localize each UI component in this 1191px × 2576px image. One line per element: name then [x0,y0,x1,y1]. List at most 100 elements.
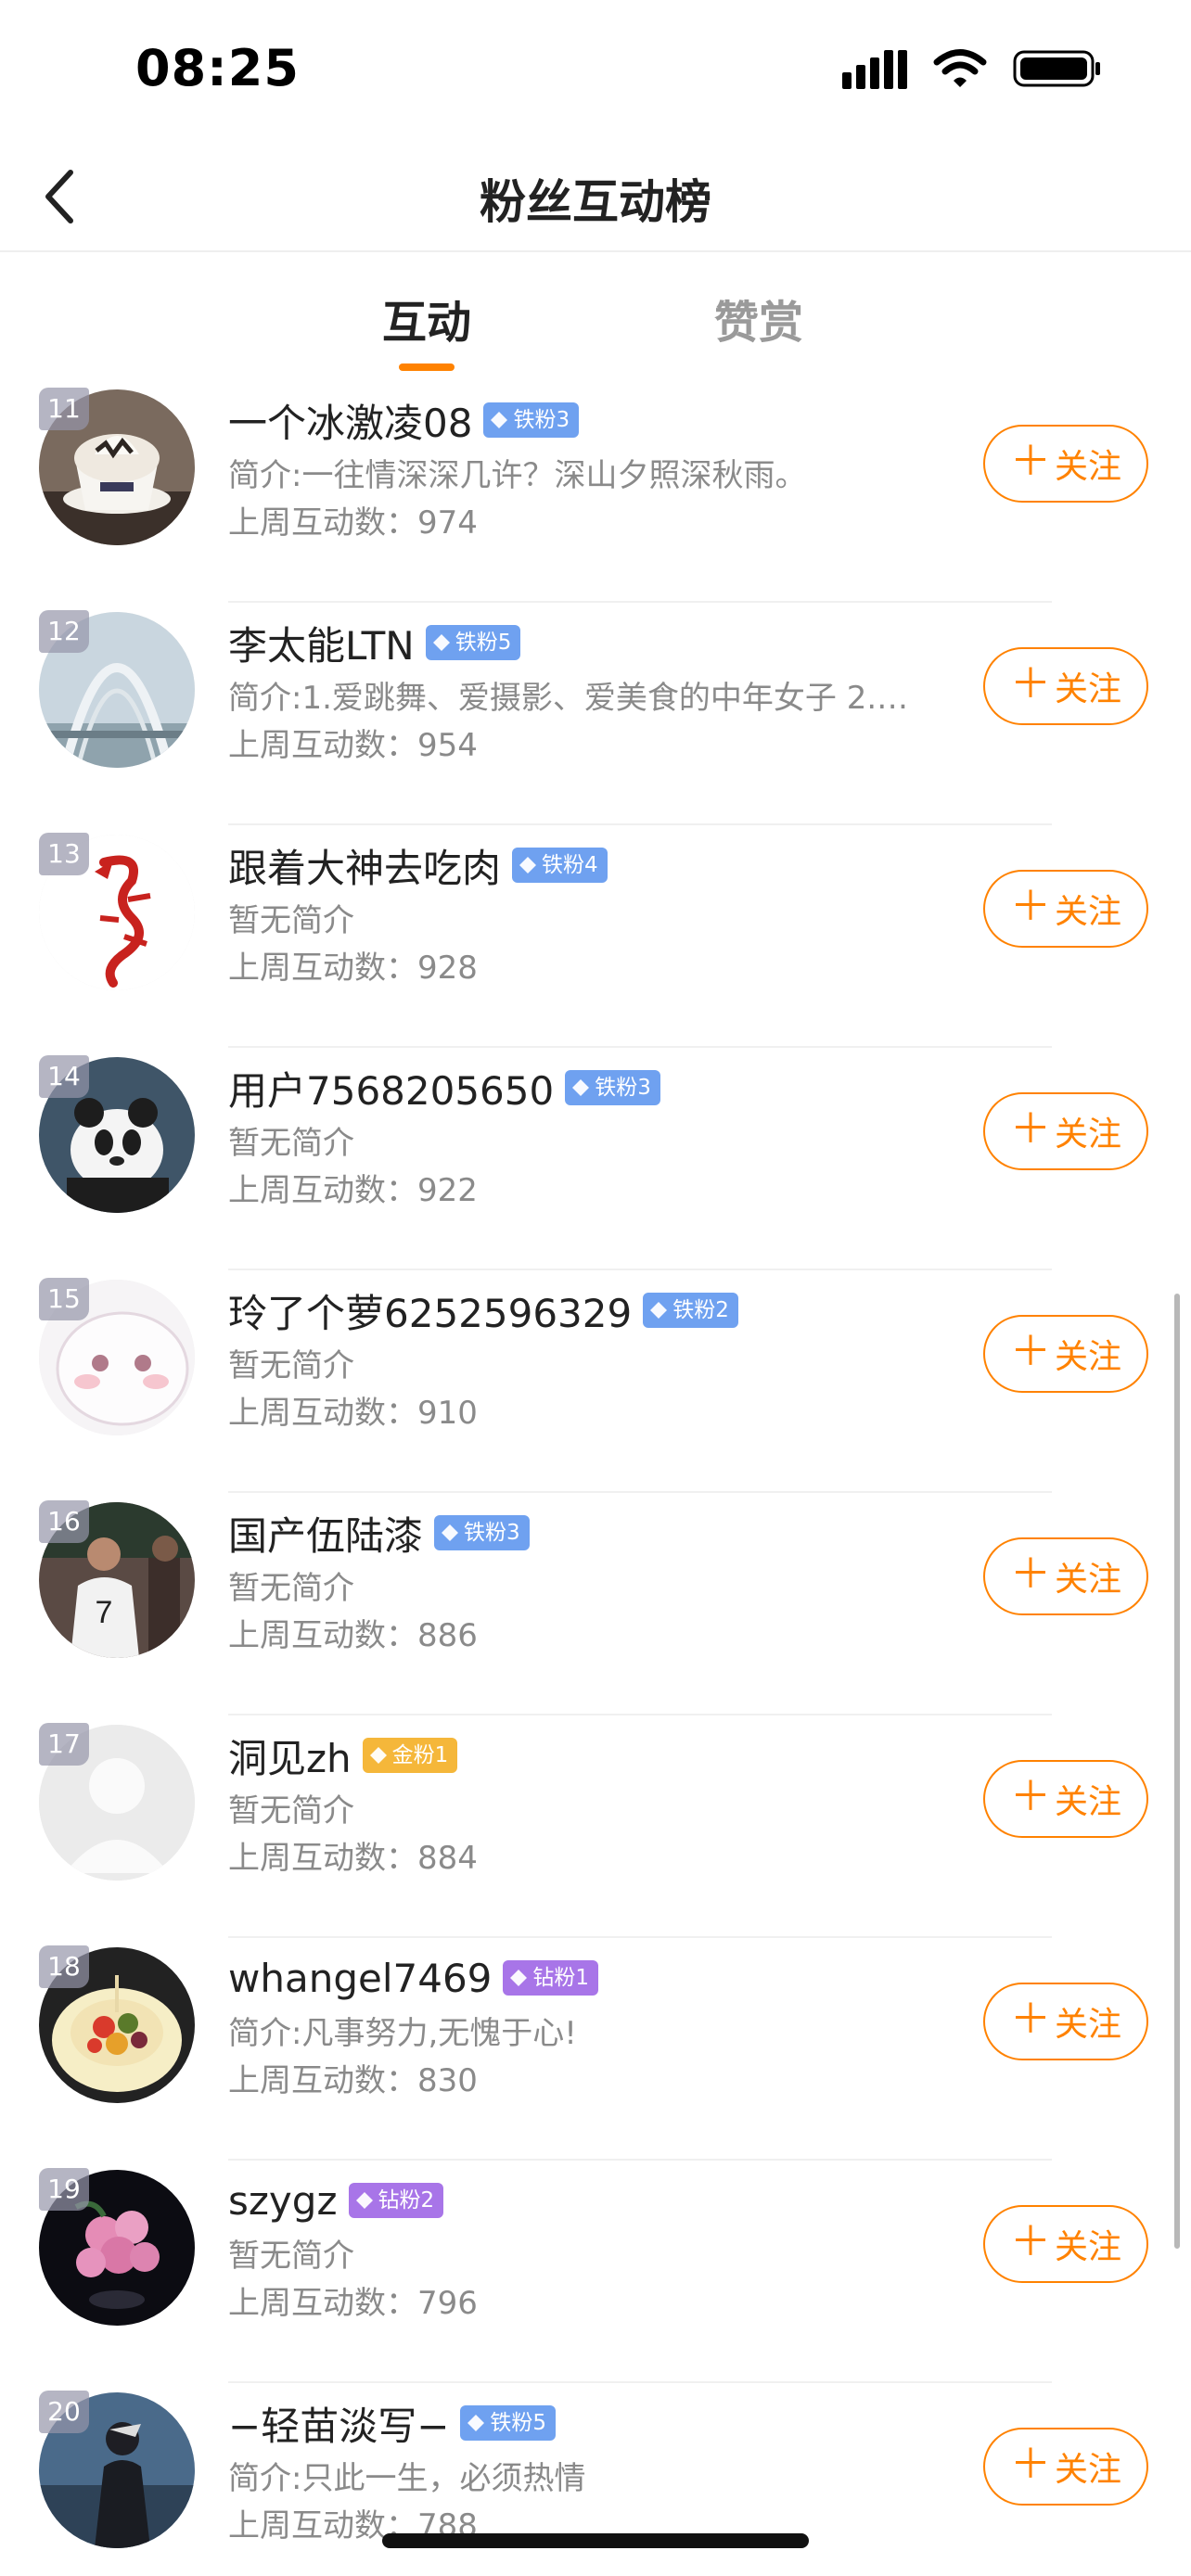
fan-list-item[interactable]: 19 szygz 钻粉2 暂无简介 上周互动数：796 ＋关注 [0,2161,1191,2383]
fan-level-label: 铁粉2 [672,1298,729,1322]
battery-icon [1013,50,1100,87]
plus-icon: ＋ [1009,1328,1051,1375]
page-title: 粉丝互动榜 [480,175,711,229]
fan-level-label: 金粉1 [391,1743,449,1767]
fan-level-label: 铁粉4 [542,853,598,877]
fan-level-badge: 铁粉3 [483,402,580,438]
user-bio: 暂无简介 [228,902,354,939]
follow-button[interactable]: ＋关注 [983,870,1148,948]
follow-button[interactable]: ＋关注 [983,1537,1148,1615]
follow-label: 关注 [1054,1561,1121,1599]
follow-button[interactable]: ＋关注 [983,1983,1148,2060]
fan-level-label: 铁粉3 [464,1521,520,1545]
rank-badge: 13 [39,833,89,875]
fan-info: 一个冰激凌08 铁粉3 简介:一往情深深几许？深山夕照深秋雨。 上周互动数：974 [228,391,1005,547]
weekly-interaction-count: 上周互动数：954 [228,727,478,764]
plus-icon: ＋ [1009,1996,1051,2043]
diamond-icon [570,1078,591,1098]
fan-level-label: 钻粉2 [378,2188,435,2213]
rank-badge: 20 [39,2391,89,2433]
fan-list-item[interactable]: 18 whangel7469 钻粉1 简介:凡事努力,无愧于心! 上周互动数：830 ＋关… [0,1938,1191,2161]
plus-icon: ＋ [1009,660,1051,708]
weekly-interaction-count: 上周互动数：922 [228,1172,478,1209]
follow-button[interactable]: ＋关注 [983,2428,1148,2506]
user-bio: 暂无简介 [228,1347,354,1384]
fan-level-label: 铁粉5 [455,631,512,655]
home-indicator [382,2533,809,2548]
follow-label: 关注 [1054,2228,1121,2266]
name-line: 玲了个萝6252596329 铁粉2 [228,1282,1005,1339]
diamond-icon [431,632,452,653]
user-name[interactable]: szygz [228,2178,338,2224]
diamond-icon [466,2413,486,2433]
fan-list-item[interactable]: 7 16 国产伍陆漆 铁粉3 暂无简介 上周互动数：886 ＋关注 [0,1493,1191,1715]
plus-icon: ＋ [1009,2218,1051,2265]
tab-interaction[interactable]: 互动 [382,286,471,351]
rank-badge: 12 [39,610,89,653]
status-bar: 08:25 [0,0,1191,139]
follow-button[interactable]: ＋关注 [983,2205,1148,2283]
user-bio: 暂无简介 [228,1792,354,1830]
follow-button[interactable]: ＋关注 [983,1760,1148,1838]
svg-text:7: 7 [96,1595,113,1630]
rank-badge: 19 [39,2168,89,2211]
diamond-icon [368,1745,389,1766]
follow-label: 关注 [1054,670,1121,708]
fan-level-label: 铁粉3 [595,1076,651,1100]
weekly-interaction-count: 上周互动数：884 [228,1840,478,1877]
plus-icon: ＋ [1009,1105,1051,1153]
fan-level-badge: 钻粉2 [348,2183,444,2218]
follow-button[interactable]: ＋关注 [983,1092,1148,1170]
fan-info: −轻苗淡写− 铁粉5 简介:只此一生，必须热情 上周互动数：788 [228,2394,1005,2550]
fan-list-item[interactable]: 17 洞见zh 金粉1 暂无简介 上周互动数：884 ＋关注 [0,1715,1191,1938]
name-line: 跟着大神去吃肉 铁粉4 [228,836,1005,894]
fan-level-badge: 金粉1 [362,1738,458,1773]
follow-label: 关注 [1054,2006,1121,2044]
follow-label: 关注 [1054,1338,1121,1376]
rank-badge: 14 [39,1055,89,1098]
fan-ranking-list: 11 一个冰激凌08 铁粉3 简介:一往情深深几许？深山夕照深秋雨。 上周互动数：974… [0,380,1191,2576]
plus-icon: ＋ [1009,2441,1051,2488]
fan-info: 洞见zh 金粉1 暂无简介上周互动数：884 [228,1727,1005,1882]
fan-list-item[interactable]: 14 用户7568205650 铁粉3 暂无简介 上周互动数：922 ＋关注 [0,1048,1191,1270]
user-name[interactable]: 一个冰激凌08 [228,392,472,449]
user-name[interactable]: −轻苗淡写− [228,2395,449,2452]
follow-label: 关注 [1054,1116,1121,1154]
user-bio: 简介:凡事努力,无愧于心! [228,2015,577,2052]
user-name[interactable]: 洞见zh [228,1728,352,1784]
fan-list-item[interactable]: 11 一个冰激凌08 铁粉3 简介:一往情深深几许？深山夕照深秋雨。 上周互动数：974… [0,380,1191,603]
fan-list-item[interactable]: 12 李太能LTN 铁粉5 简介:1.爱跳舞、爱摄影、爱美食的中年女子 2.… 上周互动… [0,603,1191,825]
diamond-icon [508,1968,529,1988]
user-name[interactable]: 国产伍陆漆 [228,1505,423,1562]
diamond-icon [648,1300,669,1320]
fan-level-label: 钻粉1 [532,1966,590,1990]
diamond-icon [354,2190,375,2211]
user-bio: 简介:一往情深深几许？深山夕照深秋雨。 [228,457,807,494]
fan-list-item[interactable]: 15 玲了个萝6252596329 铁粉2 暂无简介上周互动数：910 ＋关注 [0,1270,1191,1493]
user-name[interactable]: whangel7469 [228,1956,492,2001]
status-time: 08:25 [135,39,300,97]
follow-button[interactable]: ＋关注 [983,647,1148,725]
follow-label: 关注 [1054,1783,1121,1821]
name-line: 国产伍陆漆 铁粉3 [228,1504,1005,1562]
follow-button[interactable]: ＋关注 [983,425,1148,503]
weekly-interaction-count: 上周互动数：910 [228,1395,478,1432]
user-name[interactable]: 李太能LTN [228,615,415,671]
rank-badge: 11 [39,388,89,430]
user-name[interactable]: 用户7568205650 [228,1060,554,1116]
fan-level-badge: 铁粉2 [643,1293,738,1328]
fan-level-badge: 铁粉3 [565,1070,660,1105]
user-name[interactable]: 玲了个萝6252596329 [228,1282,632,1339]
name-line: whangel7469 钻粉1 [228,1949,1005,2007]
user-name[interactable]: 跟着大神去吃肉 [228,837,501,894]
scrollbar[interactable] [1174,1294,1180,2249]
follow-label: 关注 [1054,448,1121,486]
fan-list-item[interactable]: 13 跟着大神去吃肉 铁粉4 暂无简介 上周互动数：928 ＋关注 [0,825,1191,1048]
fan-level-badge: 铁粉5 [425,625,521,660]
plus-icon: ＋ [1009,438,1051,485]
tab-reward[interactable]: 赞赏 [714,286,803,351]
name-line: szygz 钻粉2 [228,2172,1005,2229]
user-bio: 暂无简介 [228,2238,354,2275]
rank-badge: 15 [39,1278,89,1320]
follow-button[interactable]: ＋关注 [983,1315,1148,1393]
